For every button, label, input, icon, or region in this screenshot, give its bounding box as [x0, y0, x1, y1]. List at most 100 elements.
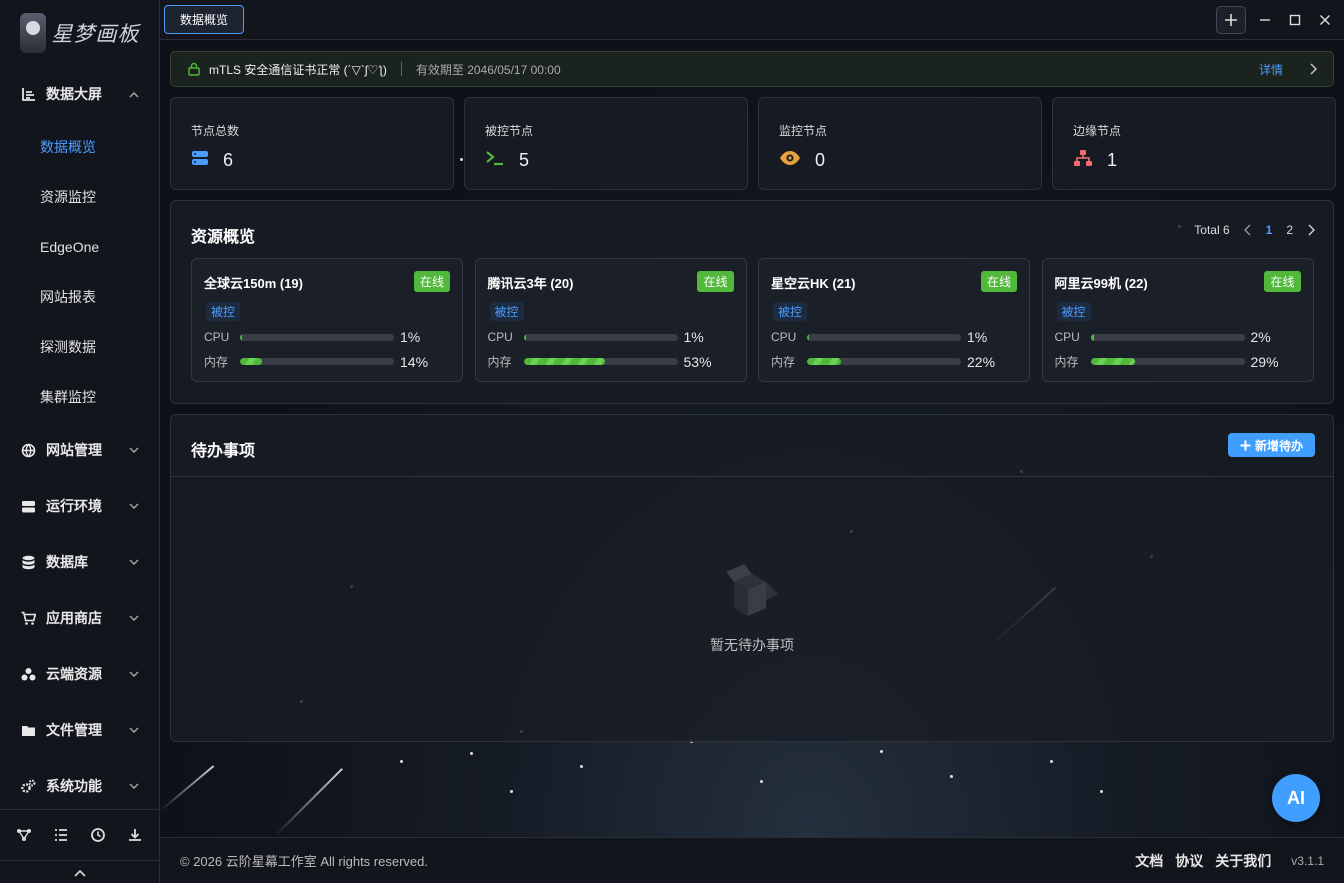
stat-label: 被控节点 [485, 124, 534, 138]
tree-icon[interactable] [14, 825, 34, 845]
cpu-progress-fill [240, 333, 243, 341]
folder-icon [20, 722, 36, 738]
status-badge: 在线 [1264, 271, 1301, 292]
stat-card: 节点总数 6 [170, 97, 454, 190]
plus-icon [1240, 440, 1251, 450]
sidebar-group-0[interactable]: 数据大屏 [0, 66, 159, 122]
memory-progress-bar [240, 358, 394, 365]
memory-progress-fill [240, 358, 262, 365]
node-card[interactable]: 全球云150m (19) 在线 被控 CPU 1% 内存 14% [191, 258, 463, 382]
logo-avatar [19, 13, 46, 53]
pagination: Total 6 1 2 [1194, 223, 1315, 237]
memory-metric: 内存 22% [771, 353, 1017, 370]
maximize-icon [1289, 14, 1301, 26]
app-logo[interactable]: 星梦画板 [0, 0, 159, 66]
cpu-progress-bar [807, 333, 961, 341]
chevron-down-icon [129, 779, 139, 793]
minimize-button[interactable] [1250, 6, 1280, 34]
node-card[interactable]: 阿里云99机 (22) 在线 被控 CPU 2% 内存 29% [1041, 258, 1314, 382]
memory-metric: 内存 53% [488, 353, 734, 370]
new-tab-button[interactable] [1216, 6, 1246, 34]
page-2[interactable]: 2 [1286, 223, 1293, 237]
collapse-up-button[interactable] [0, 860, 159, 883]
maximize-button[interactable] [1280, 6, 1310, 34]
pagination-total: Total 6 [1194, 223, 1230, 237]
sidebar-group-3[interactable]: 数据库 [0, 534, 159, 590]
sidebar-group-5[interactable]: 云端资源 [0, 646, 159, 702]
copyright-text: © 2026 云阶星幕工作室 All rights reserved. [180, 854, 428, 869]
status-badge: 在线 [413, 271, 450, 292]
chevron-down-icon [129, 611, 139, 625]
sidebar-group-4[interactable]: 应用商店 [0, 590, 159, 646]
sidebar-item-1[interactable]: 资源监控 [0, 172, 159, 222]
cpu-progress-bar [523, 333, 678, 341]
network-icon [1073, 149, 1093, 172]
controlled-tag: 被控 [1056, 302, 1091, 321]
cpu-metric: CPU 2% [1055, 329, 1301, 345]
page-1[interactable]: 1 [1266, 223, 1273, 237]
empty-box-icon [726, 564, 778, 616]
database-icon [20, 554, 36, 570]
version-label: v3.1.1 [1291, 853, 1324, 868]
globe-icon [20, 442, 36, 458]
eye-icon [779, 149, 801, 172]
memory-metric: 内存 14% [204, 353, 450, 370]
cpu-progress-bar [240, 333, 394, 341]
cpu-label: CPU [1054, 330, 1080, 344]
sidebar-group-label: 数据库 [46, 554, 88, 570]
list-icon[interactable] [51, 825, 71, 845]
stat-value: 0 [815, 150, 826, 170]
sidebar-group-label: 数据大屏 [46, 86, 102, 102]
status-badge: 在线 [697, 271, 734, 292]
cpu-progress-fill [523, 333, 526, 341]
sidebar-group-2[interactable]: 运行环境 [0, 478, 159, 534]
sidebar-group-label: 应用商店 [46, 610, 102, 626]
sidebar-item-5[interactable]: 集群监控 [0, 372, 159, 422]
todo-panel: 待办事项 新增待办 暂无待办事项 [170, 414, 1334, 742]
memory-progress-fill [523, 358, 606, 365]
close-icon [1320, 15, 1330, 25]
tab-data-overview[interactable]: 数据概览 [164, 5, 244, 34]
prev-page-icon[interactable] [1243, 224, 1252, 236]
chevron-up-icon [73, 869, 86, 877]
stat-label: 节点总数 [191, 124, 240, 138]
gears-icon [20, 778, 36, 794]
footer: © 2026 云阶星幕工作室 All rights reserved. 文档 协… [160, 837, 1344, 883]
add-todo-button[interactable]: 新增待办 [1227, 433, 1315, 457]
resource-overview-title: 资源概览 [191, 229, 256, 246]
docs-link[interactable]: 文档 [1135, 851, 1163, 871]
history-icon[interactable] [88, 825, 108, 845]
node-card[interactable]: 腾讯云3年 (20) 在线 被控 CPU 1% 内存 53% [474, 258, 747, 382]
cert-detail-link[interactable]: 详情 [1259, 61, 1283, 78]
sidebar-item-3[interactable]: 网站报表 [0, 272, 159, 322]
cpu-percent: 2% [1250, 329, 1271, 345]
stat-card: 监控节点 0 [758, 97, 1042, 190]
sidebar: 星梦画板 数据大屏数据概览 资源监控 EdgeOne 网站报表 探测数据 集群监控 网站管理… [0, 0, 160, 883]
cpu-progress-bar [1090, 333, 1245, 341]
about-link[interactable]: 关于我们 [1215, 851, 1271, 871]
sidebar-group-6[interactable]: 文件管理 [0, 702, 159, 758]
close-button[interactable] [1310, 6, 1340, 34]
controlled-tag: 被控 [206, 302, 241, 321]
divider [400, 62, 402, 76]
sidebar-group-1[interactable]: 网站管理 [0, 422, 159, 478]
sidebar-item-4[interactable]: 探测数据 [0, 322, 159, 372]
next-page-icon[interactable] [1307, 224, 1315, 236]
cpu-metric: CPU 1% [488, 329, 734, 345]
memory-percent: 22% [967, 353, 996, 370]
chevron-down-icon [129, 555, 139, 569]
ai-assistant-button[interactable]: AI [1272, 774, 1320, 822]
sidebar-group-label: 运行环境 [46, 498, 102, 514]
chevron-up-icon [129, 87, 139, 101]
cpu-metric: CPU 1% [771, 329, 1017, 345]
sidebar-group-7[interactable]: 系统功能 [0, 758, 159, 814]
chevron-right-icon[interactable] [1309, 63, 1317, 75]
agreement-link[interactable]: 协议 [1175, 851, 1203, 871]
sidebar-item-0[interactable]: 数据概览 [0, 122, 159, 172]
cpu-progress-fill [807, 333, 810, 341]
memory-progress-fill [807, 358, 841, 365]
node-card[interactable]: 星空云HK (21) 在线 被控 CPU 1% 内存 22% [758, 258, 1030, 382]
download-icon[interactable] [125, 825, 145, 845]
server-icon [20, 498, 36, 514]
sidebar-item-2[interactable]: EdgeOne [0, 222, 159, 272]
